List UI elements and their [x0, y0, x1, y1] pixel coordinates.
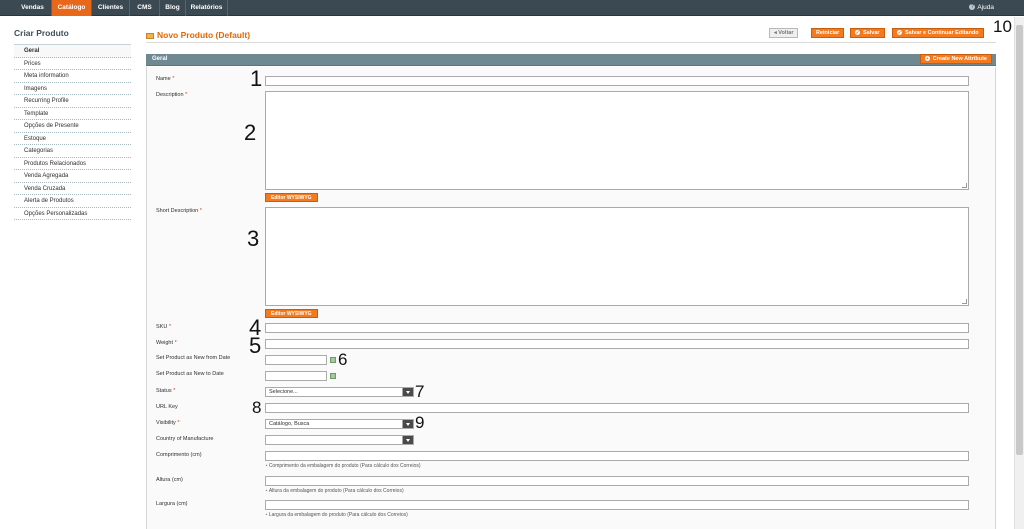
weight-input[interactable] — [265, 339, 969, 349]
sidebar-item-produtos-relacionados[interactable]: Produtos Relacionados — [14, 157, 131, 170]
sku-label: SKU * — [156, 324, 171, 330]
visibility-label: Visibility * — [156, 420, 180, 426]
help-link[interactable]: ? Ajuda — [969, 0, 994, 16]
resize-handle-icon[interactable] — [962, 183, 967, 188]
width-note: Largura da embalagem do produto (Para cá… — [265, 512, 408, 518]
visibility-select-value: Catálogo, Busca — [269, 421, 310, 427]
height-label: Altura (cm) — [156, 477, 183, 483]
back-button[interactable]: ◂ Voltar — [769, 28, 799, 38]
sidebar-item-meta-information[interactable]: Meta information — [14, 70, 131, 83]
sidebar-item-geral[interactable]: Geral — [14, 45, 131, 58]
status-select[interactable]: Selecione... — [265, 387, 414, 397]
help-label: Ajuda — [977, 4, 994, 11]
length-label: Comprimento (cm) — [156, 452, 202, 458]
sidebar-item-opcoes-de-presente[interactable]: Opções de Presente — [14, 120, 131, 133]
sidebar-item-opcoes-personalizadas[interactable]: Opções Personalizadas — [14, 207, 131, 220]
description-wysiwyg-button[interactable]: Editor WYSIWYG — [265, 193, 318, 202]
height-note: Altura da embalagem do produto (Para cál… — [265, 488, 404, 494]
section-title: Geral — [152, 56, 168, 62]
description-textarea[interactable] — [265, 91, 969, 190]
nav-item-clientes[interactable]: Clientes — [92, 0, 130, 16]
new-to-date-input[interactable] — [265, 371, 327, 381]
product-icon — [146, 33, 154, 39]
create-attribute-button[interactable]: + Create New Attribute — [919, 54, 992, 64]
annotation-number: 1 — [250, 66, 263, 91]
name-label: Name * — [156, 76, 175, 82]
length-note: Comprimento da embalagem do produto (Par… — [265, 463, 421, 469]
width-label: Largura (cm) — [156, 501, 188, 507]
save-icon: ✓ — [855, 30, 860, 35]
sidebar-item-prices[interactable]: Prices — [14, 57, 131, 70]
country-select[interactable] — [265, 435, 414, 445]
new-to-date-label: Set Product as New to Date — [156, 371, 224, 377]
annotation-number: 3 — [247, 226, 260, 251]
sidebar-tabs: Geral Prices Meta information Imagens Re… — [14, 44, 131, 220]
sidebar-item-venda-cruzada[interactable]: Venda Cruzada — [14, 182, 131, 195]
name-input[interactable] — [265, 76, 969, 86]
annotation-number: 6 — [338, 350, 348, 369]
nav-item-blog[interactable]: Blog — [160, 0, 186, 16]
chevron-down-icon — [402, 436, 413, 444]
weight-label: Weight * — [156, 340, 177, 346]
sidebar-item-estoque[interactable]: Estoque — [14, 132, 131, 145]
url-key-label: URL Key — [156, 404, 178, 410]
header-divider — [146, 42, 996, 43]
save-continue-icon: ✓ — [897, 30, 902, 35]
sidebar-item-venda-agregada[interactable]: Venda Agregada — [14, 170, 131, 183]
save-button[interactable]: ✓ Salvar — [850, 28, 885, 38]
width-input[interactable] — [265, 500, 969, 510]
scrollbar-thumb[interactable] — [1016, 25, 1023, 455]
chevron-down-icon — [402, 388, 413, 396]
help-icon: ? — [969, 4, 976, 11]
page-title-text: Novo Produto (Default) — [157, 30, 251, 40]
description-label: Description * — [156, 92, 188, 98]
height-input[interactable] — [265, 476, 969, 486]
sidebar-item-recurring-profile[interactable]: Recurring Profile — [14, 95, 131, 108]
annotation-number: 2 — [244, 120, 257, 145]
annotation-number: 10 — [993, 17, 1012, 36]
annotation-number: 5 — [249, 333, 262, 358]
nav-item-catalogo[interactable]: Catálogo — [52, 0, 92, 16]
status-select-value: Selecione... — [269, 389, 298, 395]
short-description-textarea[interactable] — [265, 207, 969, 306]
sidebar-item-alerta-de-produtos[interactable]: Alerta de Produtos — [14, 195, 131, 208]
visibility-select[interactable]: Catálogo, Busca — [265, 419, 414, 429]
save-button-label: Salvar — [863, 30, 880, 36]
save-continue-button[interactable]: ✓ Salvar e Continuar Editando — [892, 28, 984, 38]
page-scrollbar[interactable] — [1014, 17, 1024, 529]
nav-item-relatorios[interactable]: Relatórios — [186, 0, 228, 16]
resize-handle-icon[interactable] — [962, 299, 967, 304]
section-header: Geral + Create New Attribute — [146, 54, 996, 66]
url-key-input[interactable] — [265, 403, 969, 413]
short-description-label: Short Description * — [156, 208, 202, 214]
annotation-number: 8 — [252, 398, 262, 417]
nav-item-cms[interactable]: CMS — [130, 0, 160, 16]
calendar-icon[interactable] — [330, 373, 336, 379]
length-input[interactable] — [265, 451, 969, 461]
top-navigation: Vendas Catálogo Clientes CMS Blog Relató… — [0, 0, 1024, 16]
chevron-down-icon — [402, 420, 413, 428]
short-description-wysiwyg-button[interactable]: Editor WYSIWYG — [265, 309, 318, 318]
annotation-number: 9 — [415, 413, 425, 432]
annotation-number: 7 — [415, 382, 425, 401]
sidebar-title: Criar Produto — [14, 28, 69, 38]
status-label: Status * — [156, 388, 176, 394]
sidebar-item-template[interactable]: Template — [14, 107, 131, 120]
plus-icon: + — [924, 56, 930, 61]
sidebar-item-imagens[interactable]: Imagens — [14, 82, 131, 95]
reset-button[interactable]: Reiniciar — [811, 28, 845, 38]
calendar-icon[interactable] — [330, 357, 336, 363]
save-continue-label: Salvar e Continuar Editando — [905, 30, 979, 36]
new-from-date-label: Set Product as New from Date — [156, 355, 231, 361]
back-button-label: Voltar — [778, 30, 794, 36]
country-label: Country of Manufacture — [156, 436, 214, 442]
nav-item-vendas[interactable]: Vendas — [14, 0, 52, 16]
create-attribute-label: Create New Attribute — [932, 56, 987, 62]
sku-input[interactable] — [265, 323, 969, 333]
new-from-date-input[interactable] — [265, 355, 327, 365]
page-title: Novo Produto (Default) — [146, 30, 250, 40]
sidebar-item-categorias[interactable]: Categorias — [14, 145, 131, 158]
